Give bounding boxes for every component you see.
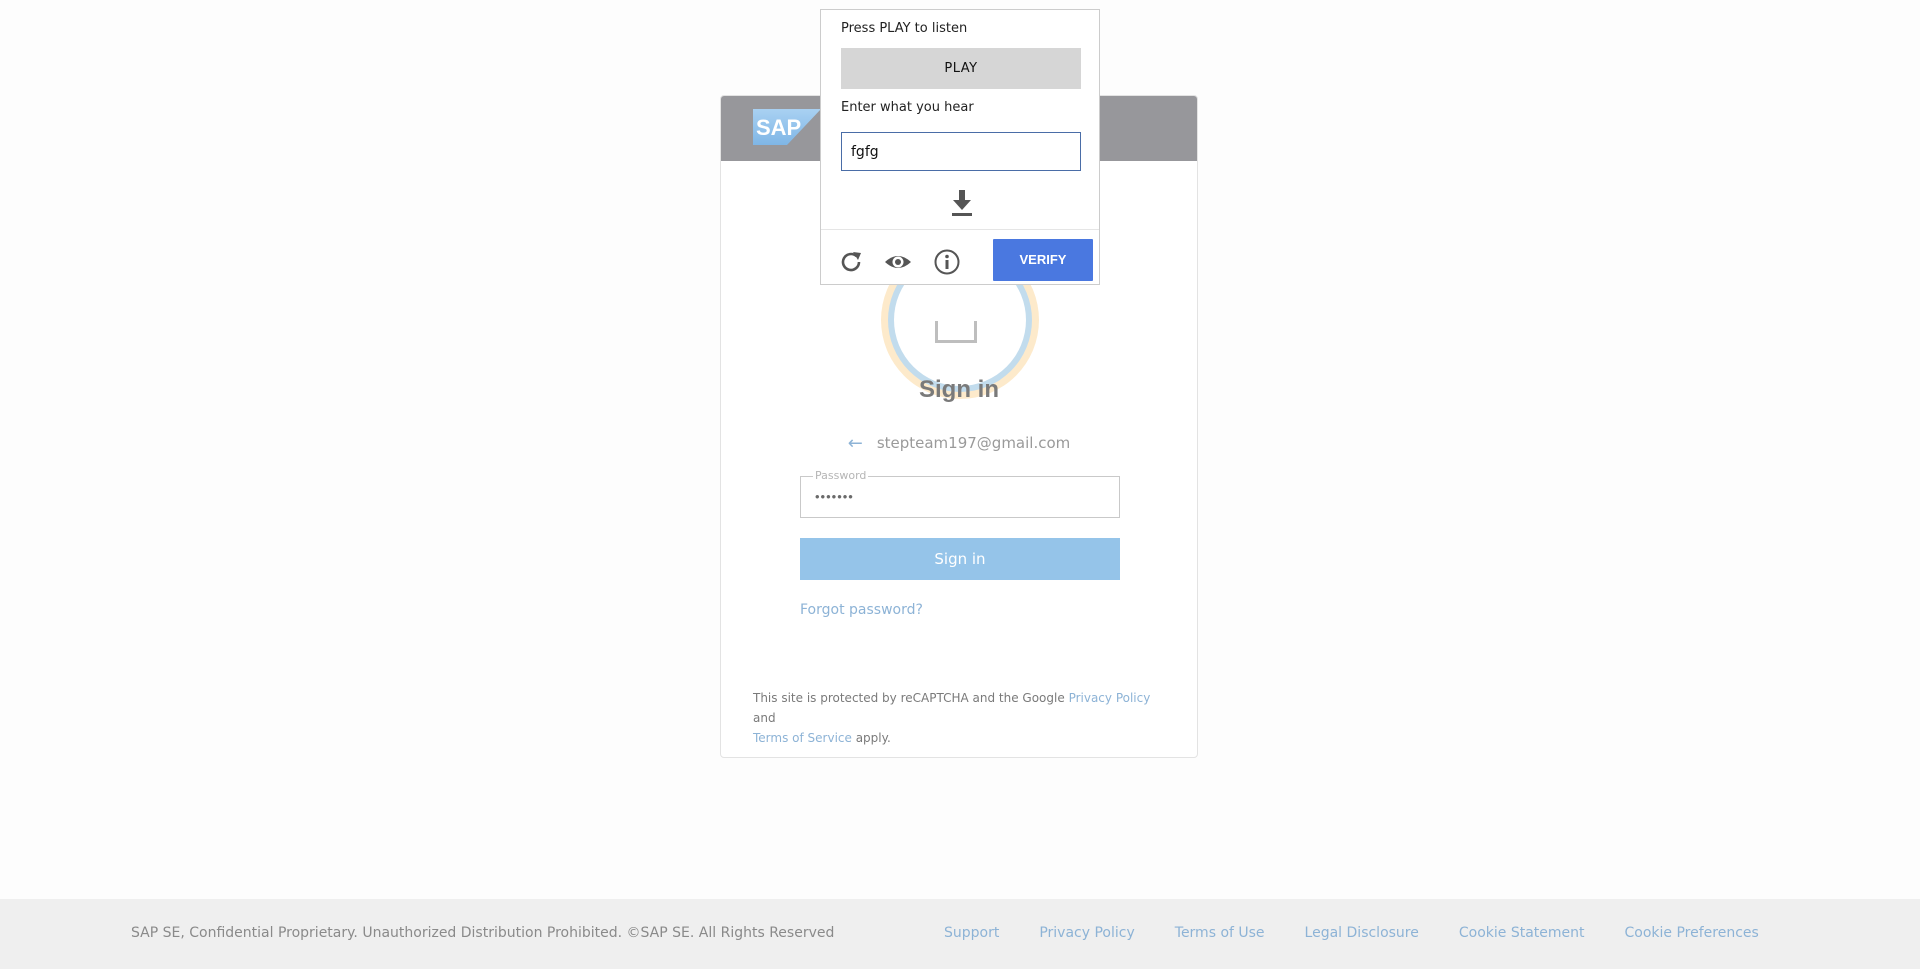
signin-button[interactable]: Sign in	[800, 538, 1120, 580]
captcha-divider	[821, 229, 1099, 230]
verify-button[interactable]: VERIFY	[993, 239, 1093, 281]
back-arrow-icon[interactable]: ←	[848, 433, 863, 454]
recaptcha-note: This site is protected by reCAPTCHA and …	[753, 691, 1151, 745]
download-icon[interactable]	[949, 188, 975, 218]
footer-links: Support Privacy Policy Terms of Use Lega…	[944, 925, 1799, 941]
sap-logo: SAP	[753, 109, 821, 145]
captcha-answer-input[interactable]	[841, 132, 1081, 171]
computer-icon	[935, 321, 977, 343]
password-value: •••••••	[815, 489, 854, 504]
reload-icon[interactable]	[837, 248, 865, 276]
footer-link-cookie-statement[interactable]: Cookie Statement	[1459, 925, 1585, 941]
captcha-instruction: Press PLAY to listen	[841, 21, 968, 36]
page-title: Sign in	[919, 376, 999, 403]
footer-link-legal-disclosure[interactable]: Legal Disclosure	[1305, 925, 1419, 941]
footer-link-support[interactable]: Support	[944, 925, 999, 941]
captcha-enter-label: Enter what you hear	[841, 100, 974, 115]
footer-link-terms-of-use[interactable]: Terms of Use	[1175, 925, 1265, 941]
page: SAP Sign in ← stepteam197@gmail.com Passw…	[0, 0, 1920, 969]
sap-logo-text: SAP	[756, 115, 801, 140]
footer-copyright: SAP SE, Confidential Proprietary. Unauth…	[131, 925, 835, 941]
email-address: stepteam197@gmail.com	[876, 434, 1071, 452]
password-field[interactable]: Password •••••••	[800, 469, 1120, 518]
email-row: ← stepteam197@gmail.com	[721, 433, 1197, 454]
password-label: Password	[813, 469, 869, 482]
recaptcha-privacy-link[interactable]: Privacy Policy	[1069, 691, 1151, 705]
audio-captcha-popup: Press PLAY to listen PLAY Enter what you…	[820, 9, 1100, 285]
footer-link-privacy-policy[interactable]: Privacy Policy	[1039, 925, 1134, 941]
forgot-password-link[interactable]: Forgot password?	[800, 602, 923, 618]
footer: SAP SE, Confidential Proprietary. Unauth…	[0, 899, 1920, 969]
info-icon[interactable]	[933, 248, 961, 276]
footer-link-cookie-preferences[interactable]: Cookie Preferences	[1625, 925, 1759, 941]
recaptcha-terms-link[interactable]: Terms of Service	[753, 731, 852, 745]
eye-icon[interactable]	[884, 248, 912, 276]
play-button[interactable]: PLAY	[841, 48, 1081, 89]
